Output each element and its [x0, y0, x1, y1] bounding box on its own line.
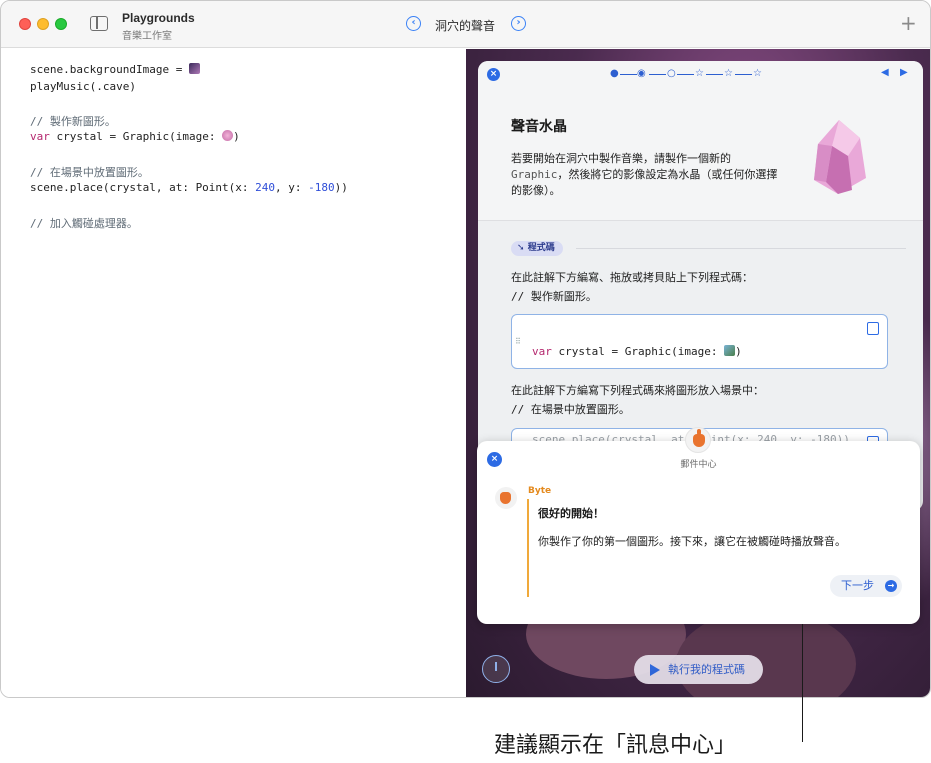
meter-icon[interactable] — [482, 655, 510, 683]
byte-body — [693, 434, 705, 447]
card-body-text: 若要開始在洞穴中製作音樂，請製作一個新的 — [511, 152, 731, 165]
message-center-panel: × 郵件中心 Byte 很好的開始！ 你製作了你的第一個圖形。接下來，讓它在被觸… — [477, 427, 920, 624]
code-text: )) — [334, 181, 348, 194]
step-star[interactable]: ☆ — [695, 68, 704, 80]
message-center-title: 郵件中心 — [680, 460, 717, 470]
step-dot[interactable]: ● — [610, 68, 619, 80]
sidebar-icon[interactable] — [90, 16, 108, 31]
code-badge: ➘ 程式碼 — [511, 241, 563, 256]
step-star[interactable]: ☆ — [724, 68, 733, 80]
card-title: 聲音水晶 — [511, 119, 567, 135]
callout-leader-line — [802, 624, 803, 742]
instruction-comment: // 在場景中放置圖形。 — [511, 403, 630, 416]
next-step-icon[interactable]: ▶ — [900, 67, 908, 78]
next-button[interactable]: 下一步 → — [830, 575, 902, 597]
chevron-right-icon[interactable]: › — [511, 16, 526, 31]
code-line[interactable]: scene.place(crystal, at: Point(x: 240, y… — [30, 181, 348, 194]
code-number: 240 — [255, 181, 276, 194]
code-snippet-line: var crystal = Graphic(image: ) — [532, 345, 742, 358]
code-snippet[interactable]: ⠿ var crystal = Graphic(image: ) — [511, 314, 888, 369]
crystal-image-literal-icon[interactable] — [222, 130, 234, 141]
code-text: scene.backgroundImage = — [30, 63, 189, 76]
step-dot-current[interactable]: ◉ — [637, 68, 646, 80]
progress-line — [677, 74, 694, 76]
previous-step-icon[interactable]: ◀ — [881, 67, 889, 78]
instruction-text: 在此註解下方編寫、拖放或拷貝貼上下列程式碼： — [511, 271, 753, 284]
code-text: , y: — [275, 181, 309, 194]
card-body-code: Graphic — [511, 168, 558, 181]
code-comment[interactable]: // 加入觸碰處理器。 — [30, 215, 138, 231]
instruction-text: 在此註解下方編寫下列程式碼來將圖形放入場景中： — [511, 384, 764, 397]
code-text: scene.place(crystal, at: Point(x: — [30, 181, 256, 194]
instruction-comment: // 製作新圖形。 — [511, 290, 597, 303]
guide-header: × ● ◉ ○ ☆ ☆ ☆ ◀ ▶ 聲音水晶 若要開始在洞穴中製作音樂，請製作一… — [478, 61, 923, 221]
code-editor[interactable]: scene.backgroundImage = playMusic(.cave)… — [1, 49, 466, 697]
code-comment[interactable]: // 在場景中放置圖形。 — [30, 164, 149, 180]
message-headline: 很好的開始！ — [538, 507, 604, 520]
play-icon — [650, 664, 660, 676]
page-title: 洞穴的聲音 — [435, 19, 496, 33]
sender-name: Byte — [528, 486, 552, 496]
code-comment[interactable]: // 製作新圖形。 — [30, 113, 116, 129]
code-badge-label: 程式碼 — [527, 243, 555, 253]
cave-image-literal-icon[interactable] — [188, 63, 200, 74]
step-dot[interactable]: ○ — [667, 68, 676, 80]
next-button-label: 下一步 — [841, 579, 874, 592]
drag-handle-icon[interactable]: ⠿ — [515, 337, 521, 346]
app-title: Playgrounds — [122, 11, 195, 25]
code-number: -180 — [308, 181, 335, 194]
progress-line — [620, 74, 637, 76]
progress-line — [649, 74, 666, 76]
title-bar: Playgrounds 音樂工作室 ‹ 洞穴的聲音 › + — [1, 1, 930, 48]
minimize-window-button[interactable] — [37, 18, 49, 30]
code-line[interactable]: var crystal = Graphic(image: ) — [30, 130, 240, 143]
card-body: 若要開始在洞穴中製作音樂，請製作一個新的Graphic，然後將它的影像設定為水晶… — [511, 151, 781, 199]
message-text: 你製作了你的第一個圖形。接下來，讓它在被觸碰時播放聲音。 — [538, 535, 846, 548]
plus-icon[interactable]: + — [900, 11, 917, 35]
step-star[interactable]: ☆ — [753, 68, 762, 80]
byte-body — [500, 492, 511, 504]
progress-line — [735, 74, 752, 76]
code-text: ) — [233, 130, 240, 143]
code-text: crystal = Graphic(image: — [551, 345, 725, 358]
code-line[interactable]: playMusic(.cave) — [30, 80, 136, 93]
byte-avatar-icon — [685, 427, 711, 453]
code-keyword: var — [30, 130, 50, 143]
divider — [576, 248, 906, 249]
chevron-left-icon[interactable]: ‹ — [406, 16, 421, 31]
close-icon[interactable]: × — [487, 68, 500, 81]
message-accent-bar — [527, 499, 529, 597]
run-code-button[interactable]: 執行我的程式碼 — [634, 655, 763, 684]
close-window-button[interactable] — [19, 18, 31, 30]
code-line[interactable]: scene.backgroundImage = — [30, 63, 200, 76]
run-code-label: 執行我的程式碼 — [668, 663, 745, 676]
image-literal-icon[interactable] — [724, 345, 736, 356]
arrow-right-icon: → — [885, 580, 897, 592]
crystal-icon — [814, 120, 866, 194]
byte-avatar-icon — [495, 487, 517, 509]
code-text: crystal = Graphic(image: — [49, 130, 223, 143]
app-subtitle: 音樂工作室 — [122, 31, 172, 42]
zoom-window-button[interactable] — [55, 18, 67, 30]
code-keyword: var — [532, 345, 552, 358]
code-text: ) — [735, 345, 742, 358]
copy-icon[interactable] — [867, 322, 879, 335]
progress-line — [706, 74, 723, 76]
callout-text: 建議顯示在「訊息中心」 — [494, 733, 737, 758]
